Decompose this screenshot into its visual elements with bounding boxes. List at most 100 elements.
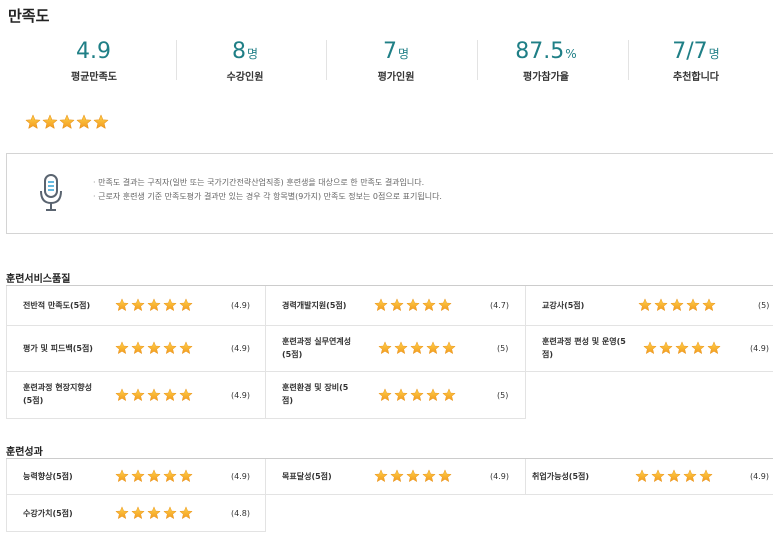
section-title-training-outcomes: 훈련성과 xyxy=(6,447,43,458)
star-icon xyxy=(163,388,177,401)
notice-box: 만족도 결과는 구직자(일반 또는 국가기간전략산업직종) 훈련생을 대상으로 … xyxy=(6,153,773,234)
rating-item-stars xyxy=(115,298,195,312)
stat-label: 수강인원 xyxy=(226,72,264,83)
rating-item-label: 수강가치(5점) xyxy=(23,509,73,518)
star-icon xyxy=(667,469,681,482)
rating-item-stars xyxy=(115,506,195,520)
star-icon xyxy=(390,469,404,482)
rating-item-label: 경력개발지원(5점) xyxy=(282,301,347,310)
microphone-icon xyxy=(36,172,66,214)
star-icon xyxy=(670,298,684,311)
rating-item-stars xyxy=(378,388,458,402)
stat-enrolled: 8명 수강인원 xyxy=(170,38,320,90)
rating-item: 경력개발지원(5점) (4.7) xyxy=(266,286,526,326)
star-icon xyxy=(410,388,424,401)
star-icon xyxy=(179,341,193,354)
rating-item: 훈련환경 및 장비(5점) (5) xyxy=(266,372,526,419)
star-icon xyxy=(163,506,177,519)
rating-item-score: (4.9) xyxy=(231,301,250,310)
star-icon xyxy=(59,114,75,129)
star-icon xyxy=(179,469,193,482)
section-grid-training-outcomes: 능력향상(5점) (4.9) 목표달성(5점) (4.9) 취업가능성(5점) … xyxy=(6,458,773,532)
stat-label: 평가참가율 xyxy=(523,72,569,83)
star-icon xyxy=(438,298,452,311)
star-icon xyxy=(163,341,177,354)
stat-value: 7/7 xyxy=(672,39,708,64)
notice-text: 만족도 결과는 구직자(일반 또는 국가기간전략산업직종) 훈련생을 대상으로 … xyxy=(93,176,442,204)
notice-line: 만족도 결과는 구직자(일반 또는 국가기간전략산업직종) 훈련생을 대상으로 … xyxy=(93,176,442,190)
rating-item: 훈련과정 현장지향성(5점) (4.9) xyxy=(6,372,266,419)
star-icon xyxy=(131,388,145,401)
star-icon xyxy=(675,341,689,354)
rating-item-score: (4.9) xyxy=(231,472,250,481)
rating-item: 능력향상(5점) (4.9) xyxy=(6,459,266,495)
star-icon xyxy=(406,469,420,482)
star-icon xyxy=(131,506,145,519)
star-icon xyxy=(131,298,145,311)
star-icon xyxy=(374,298,388,311)
rating-item-label: 훈련환경 및 장비(5점) xyxy=(282,383,349,405)
stat-label: 추천합니다 xyxy=(673,72,719,83)
star-icon xyxy=(438,469,452,482)
star-icon xyxy=(131,469,145,482)
rating-item: 취업가능성(5점) (4.9) xyxy=(526,459,773,495)
star-icon xyxy=(93,114,109,129)
stat-label: 평가인원 xyxy=(377,72,415,83)
rating-item-stars xyxy=(374,469,454,483)
star-icon xyxy=(163,298,177,311)
star-icon xyxy=(422,298,436,311)
rating-item-stars xyxy=(374,298,454,312)
star-icon xyxy=(147,469,161,482)
rating-item-stars xyxy=(115,469,195,483)
rating-item-score: (4.8) xyxy=(231,509,250,518)
rating-item-stars xyxy=(638,298,718,312)
rating-item: 목표달성(5점) (4.9) xyxy=(266,459,526,495)
stat-average-satisfaction: 4.9 평균만족도 xyxy=(19,38,169,90)
rating-item-score: (4.9) xyxy=(490,472,509,481)
rating-item-score: (5) xyxy=(758,301,770,310)
stat-unit: 명 xyxy=(246,47,259,61)
stat-value: 4.9 xyxy=(76,39,111,64)
rating-item-stars xyxy=(643,341,723,355)
star-icon xyxy=(115,388,129,401)
star-icon xyxy=(115,506,129,519)
star-icon xyxy=(651,469,665,482)
star-icon xyxy=(147,388,161,401)
star-icon xyxy=(179,298,193,311)
rating-item-label: 전반적 만족도(5점) xyxy=(23,301,91,310)
stat-recommend: 7/7명 추천합니다 xyxy=(621,38,771,90)
stat-unit: 명 xyxy=(397,47,410,61)
stat-unit: % xyxy=(565,47,577,61)
star-icon xyxy=(442,388,456,401)
star-icon xyxy=(426,341,440,354)
star-icon xyxy=(635,469,649,482)
star-icon xyxy=(378,388,392,401)
rating-item-stars xyxy=(378,341,458,355)
star-icon xyxy=(691,341,705,354)
rating-item-score: (5) xyxy=(497,344,509,353)
star-icon xyxy=(707,341,721,354)
stat-value: 7 xyxy=(382,39,397,64)
rating-item-stars xyxy=(115,388,195,402)
star-icon xyxy=(406,298,420,311)
star-icon xyxy=(179,506,193,519)
rating-item: 교강사(5점) (5) xyxy=(526,286,773,326)
star-icon xyxy=(426,388,440,401)
page-title: 만족도 xyxy=(8,7,50,25)
rating-item: 훈련과정 실무연계성(5점) (5) xyxy=(266,326,526,372)
stat-unit: 명 xyxy=(708,47,720,61)
star-icon xyxy=(394,388,408,401)
section-title-service-quality: 훈련서비스품질 xyxy=(6,274,71,285)
rating-item: 수강가치(5점) (4.8) xyxy=(6,495,266,532)
star-icon xyxy=(115,298,129,311)
notice-line: 근로자 훈련생 기준 만족도평가 결과만 있는 경우 각 항목별(9가지) 만족… xyxy=(93,190,442,204)
stat-participation-rate: 87.5% 평가참가율 xyxy=(471,38,621,90)
rating-item-score: (4.9) xyxy=(231,344,250,353)
star-icon xyxy=(147,298,161,311)
rating-item-label: 훈련과정 실무연계성(5점) xyxy=(282,337,352,359)
star-icon xyxy=(374,469,388,482)
rating-item: 평가 및 피드백(5점) (4.9) xyxy=(6,326,266,372)
stat-label: 평균만족도 xyxy=(71,72,117,83)
star-icon xyxy=(394,341,408,354)
star-icon xyxy=(422,469,436,482)
